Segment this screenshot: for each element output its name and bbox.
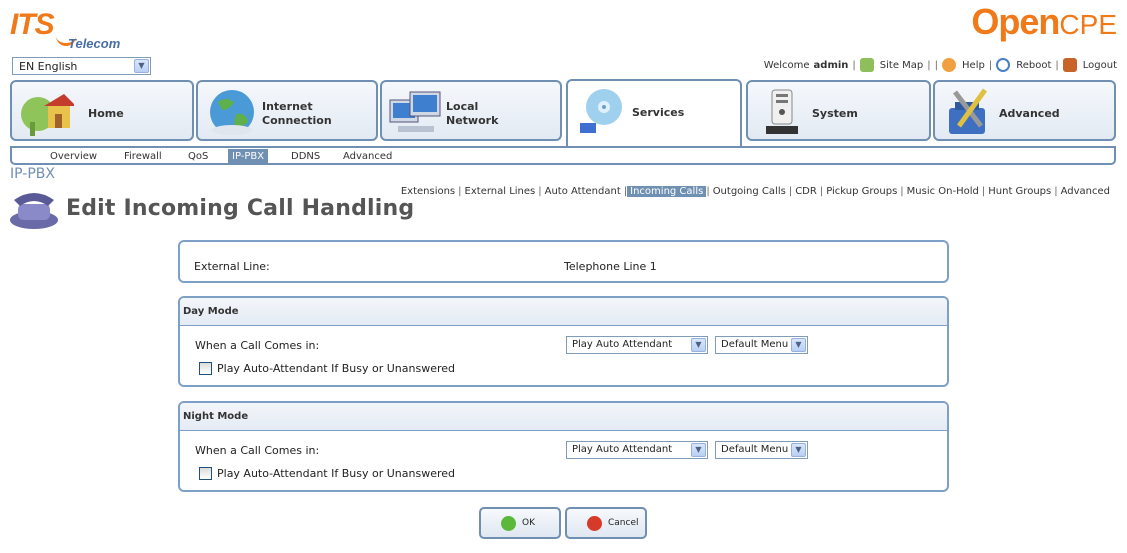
night-mode-title: Night Mode [183, 411, 249, 422]
chevron-down-icon: ▼ [691, 443, 706, 457]
opencpe-logo: OpenCPE [971, 2, 1117, 51]
external-line-panel: External Line: Telephone Line 1 [178, 240, 949, 283]
day-action-value: Play Auto Attendant [572, 339, 673, 350]
pbx-link-outgoing-calls[interactable]: Outgoing Calls [710, 186, 789, 197]
night-mode-header: Night Mode [180, 403, 947, 431]
night-busy-label: Play Auto-Attendant If Busy or Unanswere… [217, 467, 455, 480]
night-menu-select[interactable]: Default Menu ▼ [715, 441, 808, 459]
reboot-link[interactable]: Reboot [1016, 60, 1051, 71]
power-icon [996, 58, 1011, 72]
section-label: IP-PBX [10, 166, 55, 182]
tab-local-network-label: Local Network [446, 100, 499, 127]
username: admin [813, 59, 849, 71]
night-busy-checkbox[interactable] [199, 467, 212, 480]
external-line-value: Telephone Line 1 [564, 260, 657, 273]
chevron-down-icon: ▼ [134, 59, 149, 73]
opencpe-cpe: CPE [1059, 9, 1117, 40]
pbx-link-pickup-groups[interactable]: Pickup Groups [823, 186, 900, 197]
subnav-ddns[interactable]: DDNS [287, 149, 324, 164]
night-action-value: Play Auto Attendant [572, 444, 673, 455]
house-icon [21, 94, 74, 136]
subnav-ip-pbx[interactable]: IP-PBX [228, 149, 269, 164]
external-line-label: External Line: [194, 260, 270, 273]
pbx-link-music-on-hold[interactable]: Music On-Hold [904, 186, 982, 197]
day-action-select[interactable]: Play Auto Attendant ▼ [566, 336, 708, 354]
globe-icon [210, 90, 254, 135]
router-icon [766, 89, 798, 134]
tab-services[interactable]: Services [566, 79, 742, 148]
tab-advanced-label: Advanced [999, 107, 1060, 120]
chevron-down-icon: ▼ [791, 443, 806, 457]
top-links: Welcome admin | Site Map | | Help | Reboo… [763, 58, 1117, 72]
night-call-label: When a Call Comes in: [195, 444, 320, 457]
tab-local-network[interactable]: Local Network [380, 80, 562, 141]
welcome-text: Welcome [763, 59, 810, 71]
logout-icon [1062, 58, 1077, 72]
ok-label: OK [522, 518, 535, 528]
its-telecom-logo: ITS Telecom [10, 8, 130, 52]
night-action-select[interactable]: Play Auto Attendant ▼ [566, 441, 708, 459]
tools-icon [949, 88, 988, 134]
night-menu-value: Default Menu [721, 444, 789, 455]
cancel-label: Cancel [608, 518, 639, 528]
day-mode-header: Day Mode [180, 298, 947, 326]
chevron-down-icon: ▼ [791, 338, 806, 352]
chevron-down-icon: ▼ [691, 338, 706, 352]
pbx-link-advanced[interactable]: Advanced [1058, 186, 1113, 197]
cancel-icon [587, 516, 602, 531]
language-select[interactable]: EN English ▼ [12, 57, 151, 75]
day-busy-checkbox[interactable] [199, 362, 212, 375]
tab-advanced[interactable]: Advanced [933, 80, 1116, 141]
pbx-links: Extensions | External Lines | Auto Attendant… [398, 186, 1113, 197]
its-logo-sub: Telecom [68, 36, 121, 51]
day-menu-select[interactable]: Default Menu ▼ [715, 336, 808, 354]
tab-services-label: Services [632, 106, 685, 119]
ok-button[interactable]: OK [479, 507, 561, 539]
day-mode-title: Day Mode [183, 306, 239, 317]
language-value: EN English [19, 60, 78, 73]
day-mode-panel: Day Mode When a Call Comes in: Play Auto… [178, 296, 949, 387]
opencpe-open: Open [971, 1, 1060, 42]
tab-system[interactable]: System [746, 80, 931, 141]
pbx-link-hunt-groups[interactable]: Hunt Groups [985, 186, 1054, 197]
page-title: Edit Incoming Call Handling [66, 196, 415, 221]
pbx-link-cdr[interactable]: CDR [792, 186, 820, 197]
tab-home[interactable]: Home [10, 80, 194, 141]
computers-icon [389, 91, 441, 132]
sub-nav: Overview Firewall QoS IP-PBX DDNS Advanc… [10, 146, 1116, 165]
subnav-qos[interactable]: QoS [184, 149, 212, 164]
pbx-link-incoming-calls[interactable]: Incoming Calls [627, 186, 707, 197]
help-link[interactable]: Help [962, 60, 985, 71]
phone-icon [10, 193, 58, 229]
night-mode-panel: Night Mode When a Call Comes in: Play Au… [178, 401, 949, 492]
day-call-label: When a Call Comes in: [195, 339, 320, 352]
tab-internet-connection[interactable]: Internet Connection [196, 80, 378, 141]
day-menu-value: Default Menu [721, 339, 789, 350]
day-busy-label: Play Auto-Attendant If Busy or Unanswere… [217, 362, 455, 375]
sitemap-icon [859, 58, 874, 72]
help-icon [942, 58, 957, 72]
disc-icon [580, 89, 622, 133]
tab-system-label: System [812, 107, 858, 120]
logout-link[interactable]: Logout [1083, 60, 1117, 71]
its-logo-main: ITS [10, 8, 55, 41]
tab-home-label: Home [88, 107, 124, 120]
check-icon [501, 516, 516, 531]
tab-internet-label: Internet Connection [262, 100, 332, 127]
cancel-button[interactable]: Cancel [565, 507, 647, 539]
subnav-advanced[interactable]: Advanced [339, 149, 396, 164]
pbx-link-external-lines[interactable]: External Lines [462, 186, 539, 197]
site-map-link[interactable]: Site Map [880, 60, 923, 71]
subnav-overview[interactable]: Overview [46, 149, 101, 164]
subnav-firewall[interactable]: Firewall [120, 149, 166, 164]
pbx-link-auto-attendant[interactable]: Auto Attendant [542, 186, 624, 197]
